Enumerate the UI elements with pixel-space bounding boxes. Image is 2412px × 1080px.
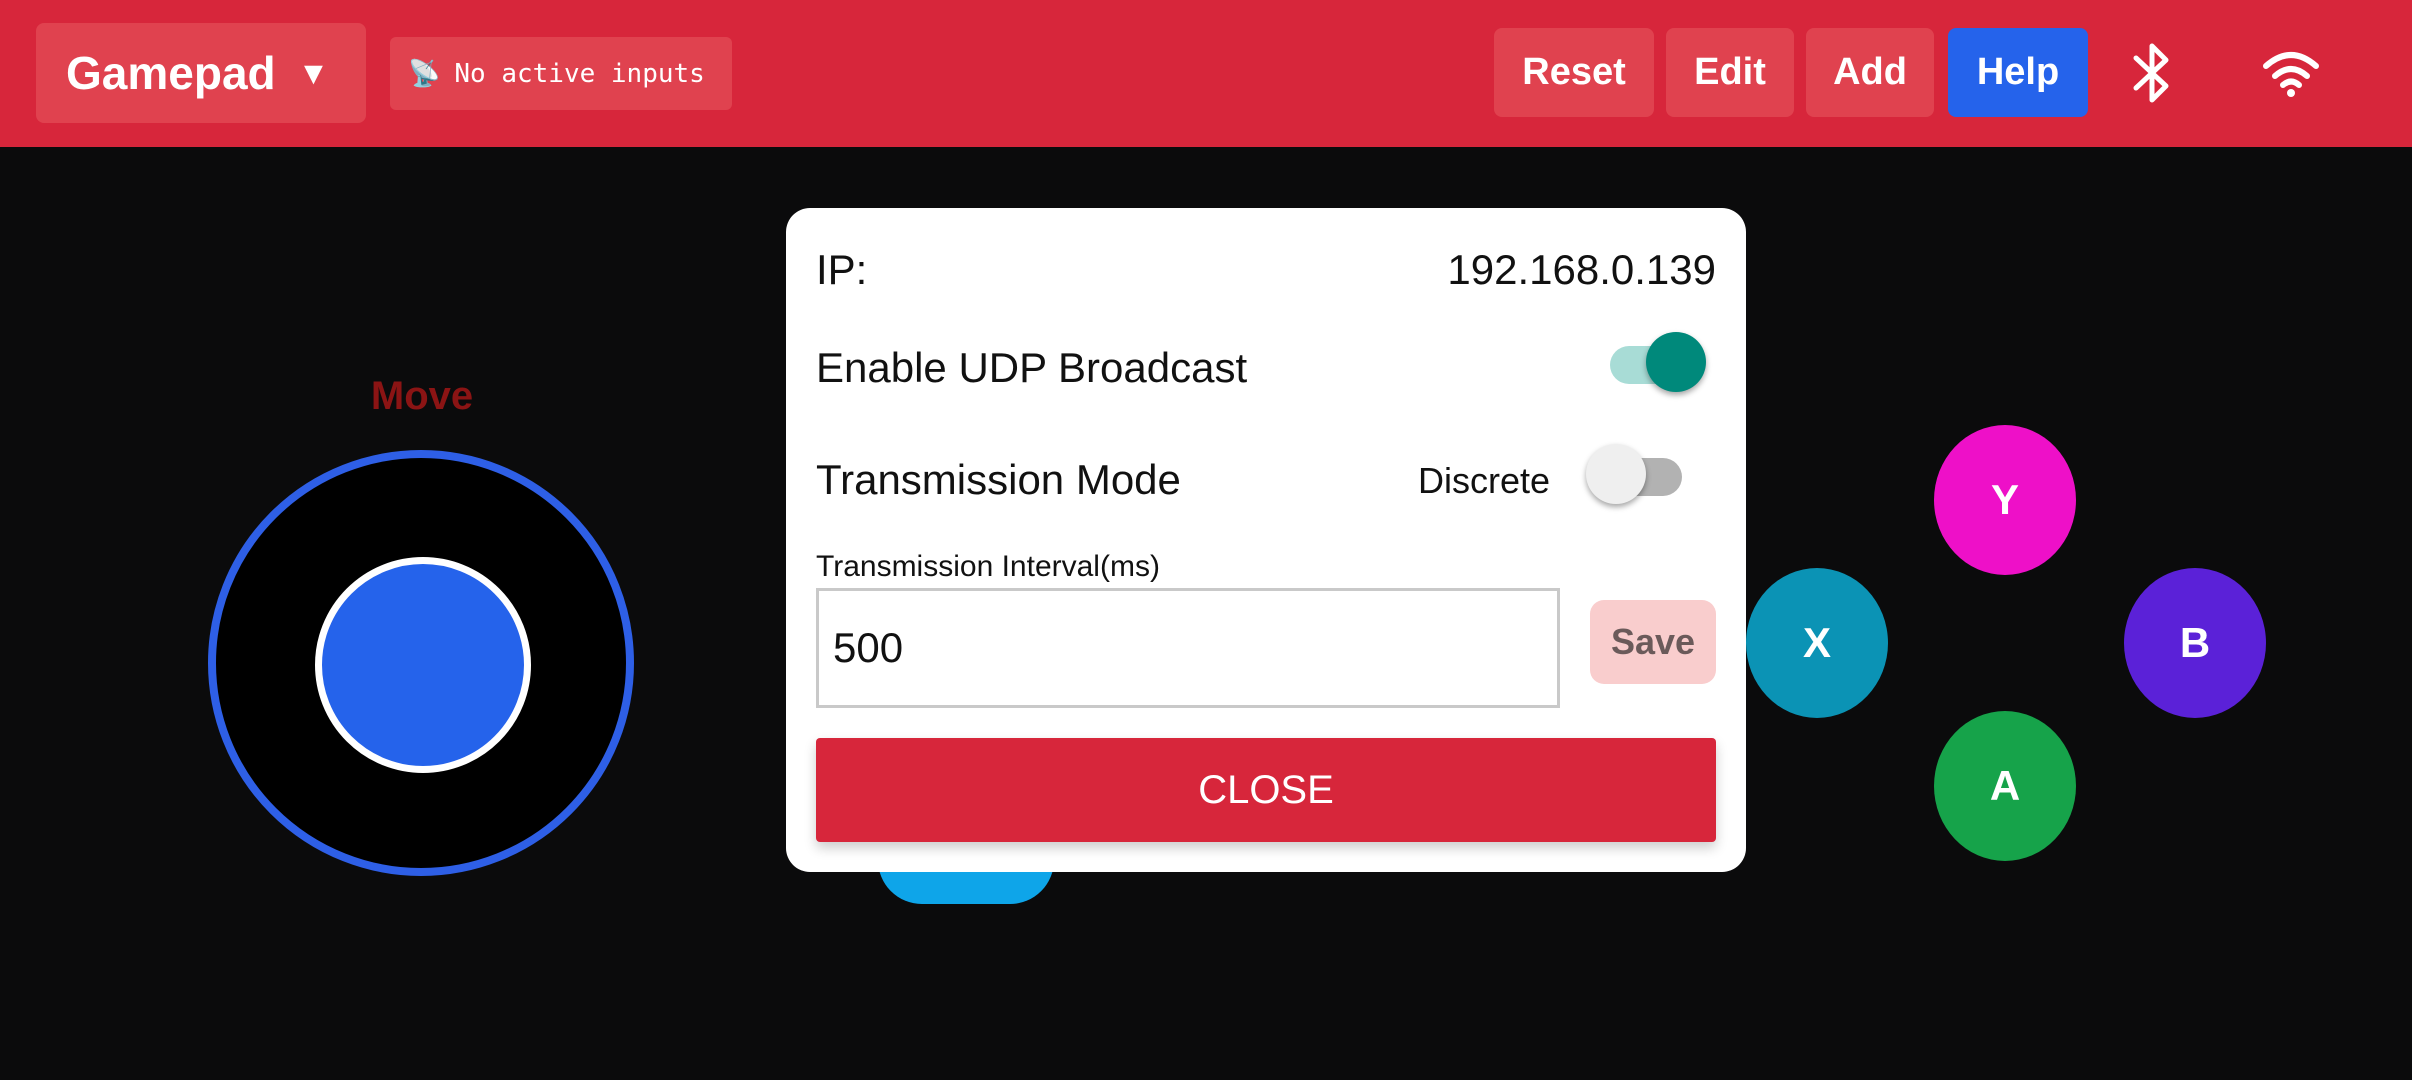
bluetooth-icon[interactable]	[2130, 40, 2174, 106]
reset-button[interactable]: Reset	[1494, 28, 1654, 117]
chevron-down-icon: ▼	[297, 54, 330, 91]
ip-label: IP:	[816, 246, 868, 293]
input-status-text: No active inputs	[454, 58, 705, 89]
transmission-mode-toggle[interactable]	[1586, 444, 1686, 506]
y-button[interactable]: Y	[1934, 425, 2076, 575]
joystick-label: Move	[370, 374, 474, 418]
udp-broadcast-toggle[interactable]	[1610, 332, 1710, 394]
transmission-mode-value: Discrete	[1418, 460, 1551, 501]
toggle-thumb	[1646, 332, 1706, 392]
ip-value: 192.168.0.139	[1447, 246, 1716, 293]
edit-button[interactable]: Edit	[1666, 28, 1794, 117]
close-button[interactable]: CLOSE	[816, 738, 1716, 842]
network-settings-dialog: IP: 192.168.0.139 Enable UDP Broadcast T…	[786, 208, 1746, 872]
toggle-thumb	[1586, 444, 1646, 504]
b-button[interactable]: B	[2124, 568, 2266, 718]
a-button[interactable]: A	[1934, 711, 2076, 861]
add-button[interactable]: Add	[1806, 28, 1934, 117]
profile-dropdown[interactable]: Gamepad ▼	[36, 23, 366, 123]
save-button[interactable]: Save	[1590, 600, 1716, 684]
interval-input[interactable]	[816, 588, 1560, 708]
profile-label: Gamepad	[66, 47, 276, 99]
udp-broadcast-label: Enable UDP Broadcast	[816, 344, 1248, 391]
interval-label: Transmission Interval(ms)	[816, 550, 1160, 583]
wifi-icon[interactable]	[2262, 50, 2320, 98]
satellite-antenna-icon: 📡	[408, 58, 441, 89]
joystick-knob[interactable]	[315, 557, 531, 773]
transmission-mode-label: Transmission Mode	[816, 456, 1181, 503]
x-button[interactable]: X	[1746, 568, 1888, 718]
input-status-chip: 📡 No active inputs	[390, 37, 732, 110]
top-toolbar: Gamepad ▼ 📡 No active inputs Reset Edit …	[0, 0, 2412, 147]
help-button[interactable]: Help	[1948, 28, 2088, 117]
